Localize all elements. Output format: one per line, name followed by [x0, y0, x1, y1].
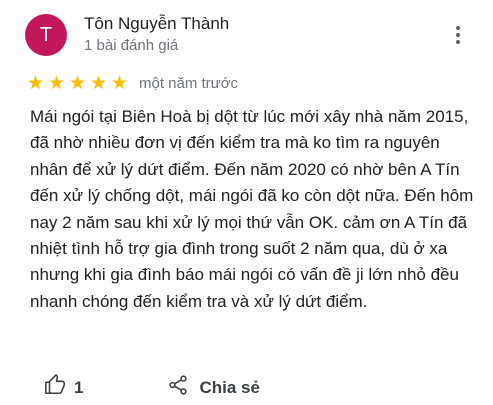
rating-row: ★ ★ ★ ★ ★ một năm trước	[26, 74, 238, 93]
review-text: Mái ngói tại Biên Hoà bị dột từ lúc mới …	[30, 107, 474, 311]
star-icon: ★	[110, 73, 129, 94]
like-button[interactable]: 1	[44, 374, 83, 401]
star-icon: ★	[89, 73, 108, 94]
more-options-button[interactable]	[448, 24, 468, 46]
star-rating: ★ ★ ★ ★ ★	[26, 74, 129, 93]
review-time: một năm trước	[139, 75, 239, 92]
more-vert-icon	[456, 26, 460, 30]
star-icon: ★	[68, 73, 87, 94]
share-label: Chia sẻ	[199, 377, 260, 397]
avatar[interactable]: T	[25, 14, 67, 56]
avatar-initial: T	[39, 24, 53, 46]
review-card: T Tôn Nguyễn Thành 1 bài đánh giá ★ ★ ★ ★ ★ …	[0, 0, 493, 405]
author-name[interactable]: Tôn Nguyễn Thành	[84, 14, 229, 34]
share-button[interactable]: Chia sẻ	[167, 374, 260, 401]
star-icon: ★	[26, 73, 45, 94]
thumbs-up-icon	[44, 374, 66, 401]
review-actions: 1 Chia sẻ	[44, 374, 260, 401]
author-review-count[interactable]: 1 bài đánh giá	[84, 37, 178, 54]
like-count: 1	[74, 377, 84, 397]
share-icon	[167, 374, 189, 401]
star-icon: ★	[47, 73, 66, 94]
